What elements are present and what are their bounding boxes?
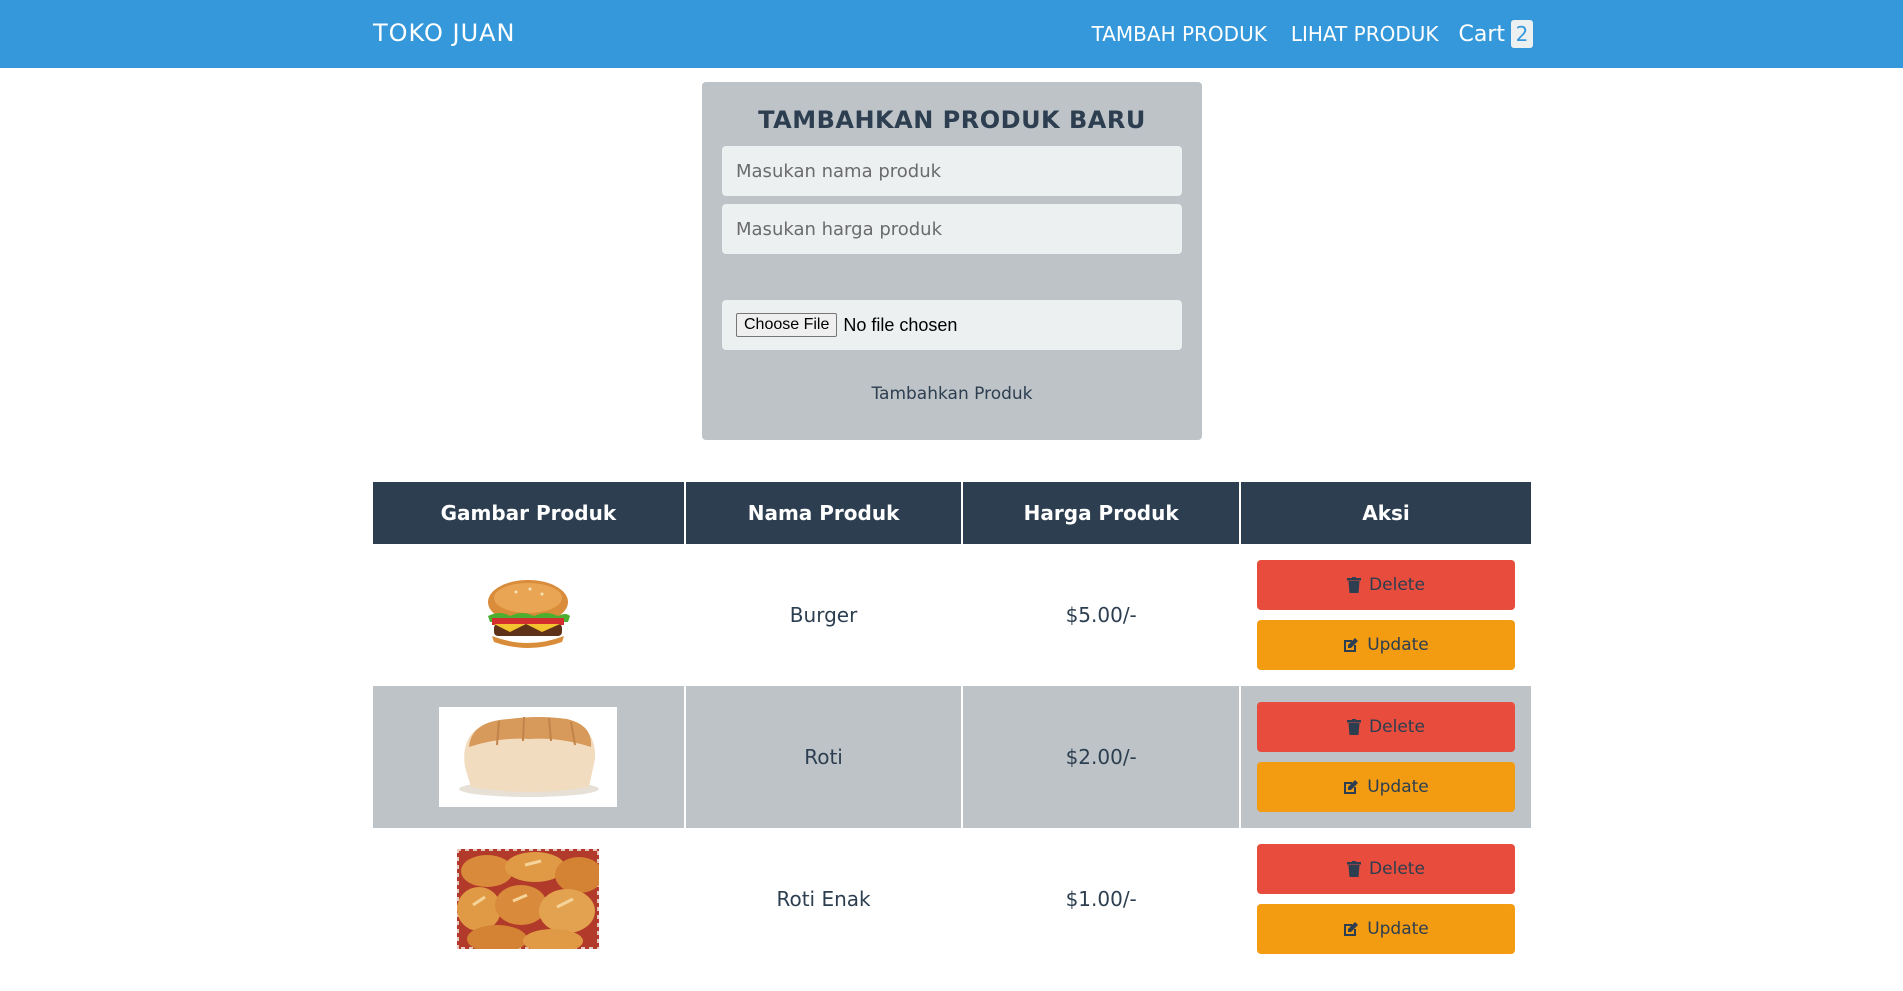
- product-image-cell: [373, 828, 686, 970]
- choose-file-button[interactable]: Choose File: [736, 313, 838, 337]
- edit-icon: [1344, 780, 1359, 794]
- update-button[interactable]: Update: [1256, 620, 1515, 670]
- file-status-text: No file chosen: [843, 314, 958, 335]
- table-row: Burger $5.00/- Delete Update: [373, 544, 1531, 686]
- add-product-form: TAMBAHKAN PRODUK BARU Choose File No fil…: [702, 82, 1202, 440]
- update-label: Update: [1367, 919, 1429, 939]
- bread-rolls-image: [457, 849, 600, 949]
- header-price: Harga Produk: [962, 482, 1241, 544]
- update-label: Update: [1367, 777, 1429, 797]
- product-actions-cell: Delete Update: [1240, 828, 1531, 970]
- header-action: Aksi: [1239, 482, 1531, 544]
- delete-label: Delete: [1369, 859, 1425, 879]
- trash-icon: [1347, 719, 1362, 735]
- table-header-row: Gambar Produk Nama Produk Harga Produk A…: [373, 482, 1531, 544]
- cart-count-badge: 2: [1511, 20, 1533, 48]
- product-actions-cell: Delete Update: [1239, 686, 1531, 828]
- product-price-cell: $2.00/-: [962, 686, 1241, 828]
- product-price-input[interactable]: [722, 204, 1182, 254]
- product-price-cell: $1.00/-: [962, 828, 1241, 970]
- delete-label: Delete: [1369, 575, 1425, 595]
- cart-label: Cart: [1458, 21, 1505, 47]
- cart-link[interactable]: Cart 2: [1458, 20, 1533, 48]
- form-title: TAMBAHKAN PRODUK BARU: [758, 106, 1146, 134]
- update-label: Update: [1367, 635, 1429, 655]
- update-button[interactable]: Update: [1256, 904, 1515, 954]
- update-button[interactable]: Update: [1256, 762, 1515, 812]
- trash-icon: [1347, 861, 1362, 877]
- delete-button[interactable]: Delete: [1256, 844, 1515, 894]
- delete-button[interactable]: Delete: [1256, 560, 1515, 610]
- delete-label: Delete: [1369, 717, 1425, 737]
- edit-icon: [1344, 638, 1359, 652]
- trash-icon: [1347, 577, 1362, 593]
- table-row: Roti Enak $1.00/- Delete Update: [373, 828, 1531, 970]
- product-image-cell: [373, 686, 686, 828]
- product-image-file-input: Choose File No file chosen: [722, 300, 1182, 350]
- product-name-cell: Burger: [684, 544, 964, 686]
- product-price-cell: $5.00/-: [962, 544, 1241, 686]
- product-table: Gambar Produk Nama Produk Harga Produk A…: [373, 482, 1531, 970]
- nav-view-product[interactable]: LIHAT PRODUK: [1291, 22, 1439, 46]
- main-nav: TAMBAH PRODUK LIHAT PRODUK Cart 2: [1068, 20, 1533, 48]
- header-image: Gambar Produk: [373, 482, 686, 544]
- burger-image: [488, 580, 571, 648]
- product-name-input[interactable]: [722, 146, 1182, 196]
- header-name: Nama Produk: [684, 482, 964, 544]
- nav-add-product[interactable]: TAMBAH PRODUK: [1092, 22, 1267, 46]
- top-navbar: TOKO JUAN TAMBAH PRODUK LIHAT PRODUK Car…: [0, 0, 1903, 68]
- brand-logo[interactable]: TOKO JUAN: [373, 19, 516, 47]
- bread-loaf-image: [439, 707, 618, 807]
- add-product-submit-button[interactable]: Tambahkan Produk: [702, 384, 1202, 404]
- table-row: Roti $2.00/- Delete Update: [373, 686, 1531, 828]
- product-name-cell: Roti Enak: [684, 828, 964, 970]
- product-image-cell: [373, 544, 686, 686]
- product-name-cell: Roti: [684, 686, 964, 828]
- edit-icon: [1344, 922, 1359, 936]
- delete-button[interactable]: Delete: [1256, 702, 1515, 752]
- product-actions-cell: Delete Update: [1240, 544, 1531, 686]
